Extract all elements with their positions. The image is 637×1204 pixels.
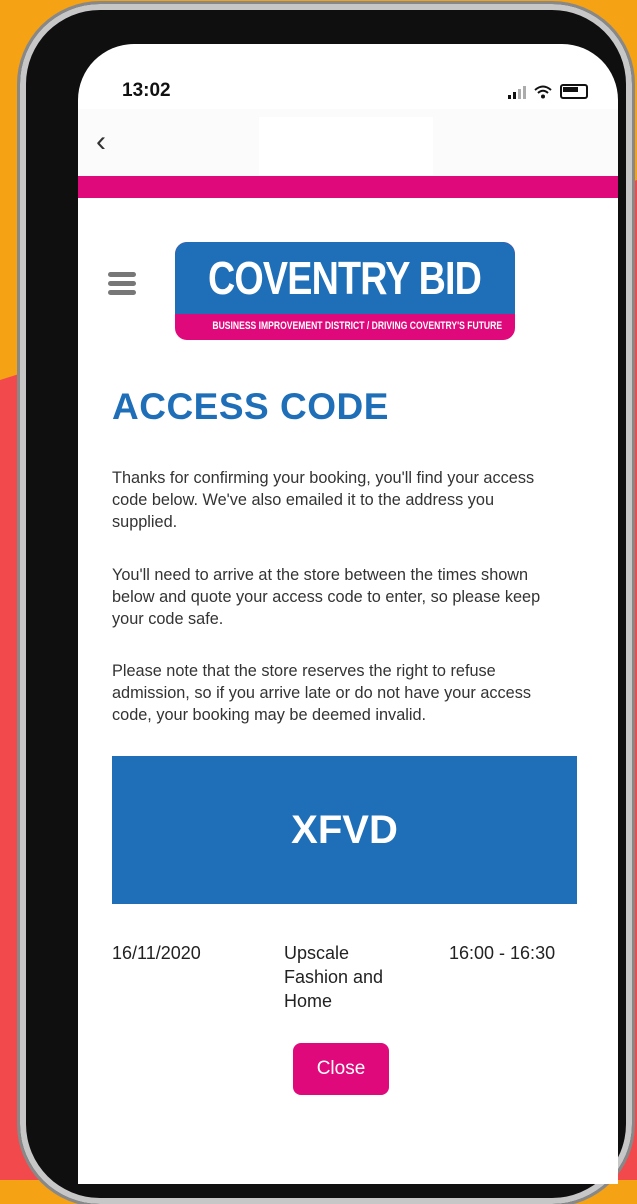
- signal-icon: [508, 85, 526, 99]
- nav-title-area: [259, 117, 433, 175]
- hamburger-menu-icon[interactable]: [108, 272, 136, 296]
- phone-frame: 13:02 ‹ COVENTRY BID BUSINESS IMPROVEMEN…: [20, 4, 632, 1204]
- page-title: ACCESS CODE: [112, 386, 389, 427]
- header-accent-bar: [78, 176, 618, 198]
- logo-subtitle: BUSINESS IMPROVEMENT DISTRICT / DRIVING …: [212, 320, 503, 332]
- booking-store: Upscale Fashion and Home: [284, 943, 384, 1011]
- booking-time-slot: 16:00 - 16:30: [449, 943, 556, 963]
- logo-main-text: COVENTRY BID: [208, 252, 482, 304]
- status-time: 13:02: [122, 80, 171, 101]
- access-code: XFVD: [291, 807, 398, 852]
- booking-date: 16/11/2020: [112, 943, 201, 963]
- phone-screen: 13:02 ‹ COVENTRY BID BUSINESS IMPROVEMEN…: [78, 44, 618, 1184]
- navigation-bar: ‹: [78, 109, 618, 176]
- status-icons: [508, 84, 588, 99]
- chevron-left-icon: ‹: [96, 125, 106, 158]
- close-button[interactable]: Close: [293, 1043, 389, 1095]
- status-bar: 13:02: [78, 44, 618, 109]
- admission-notice-paragraph: Please note that the store reserves the …: [112, 662, 531, 724]
- access-code-box: XFVD: [112, 756, 577, 904]
- wifi-icon: [534, 85, 552, 98]
- coventry-bid-logo[interactable]: COVENTRY BID BUSINESS IMPROVEMENT DISTRI…: [175, 242, 515, 340]
- confirmation-paragraph: Thanks for confirming your booking, you'…: [112, 469, 535, 531]
- battery-icon: [560, 84, 588, 99]
- back-button[interactable]: ‹: [96, 127, 106, 157]
- arrival-instructions-paragraph: You'll need to arrive at the store betwe…: [112, 566, 541, 628]
- logo-top: COVENTRY BID: [175, 242, 515, 314]
